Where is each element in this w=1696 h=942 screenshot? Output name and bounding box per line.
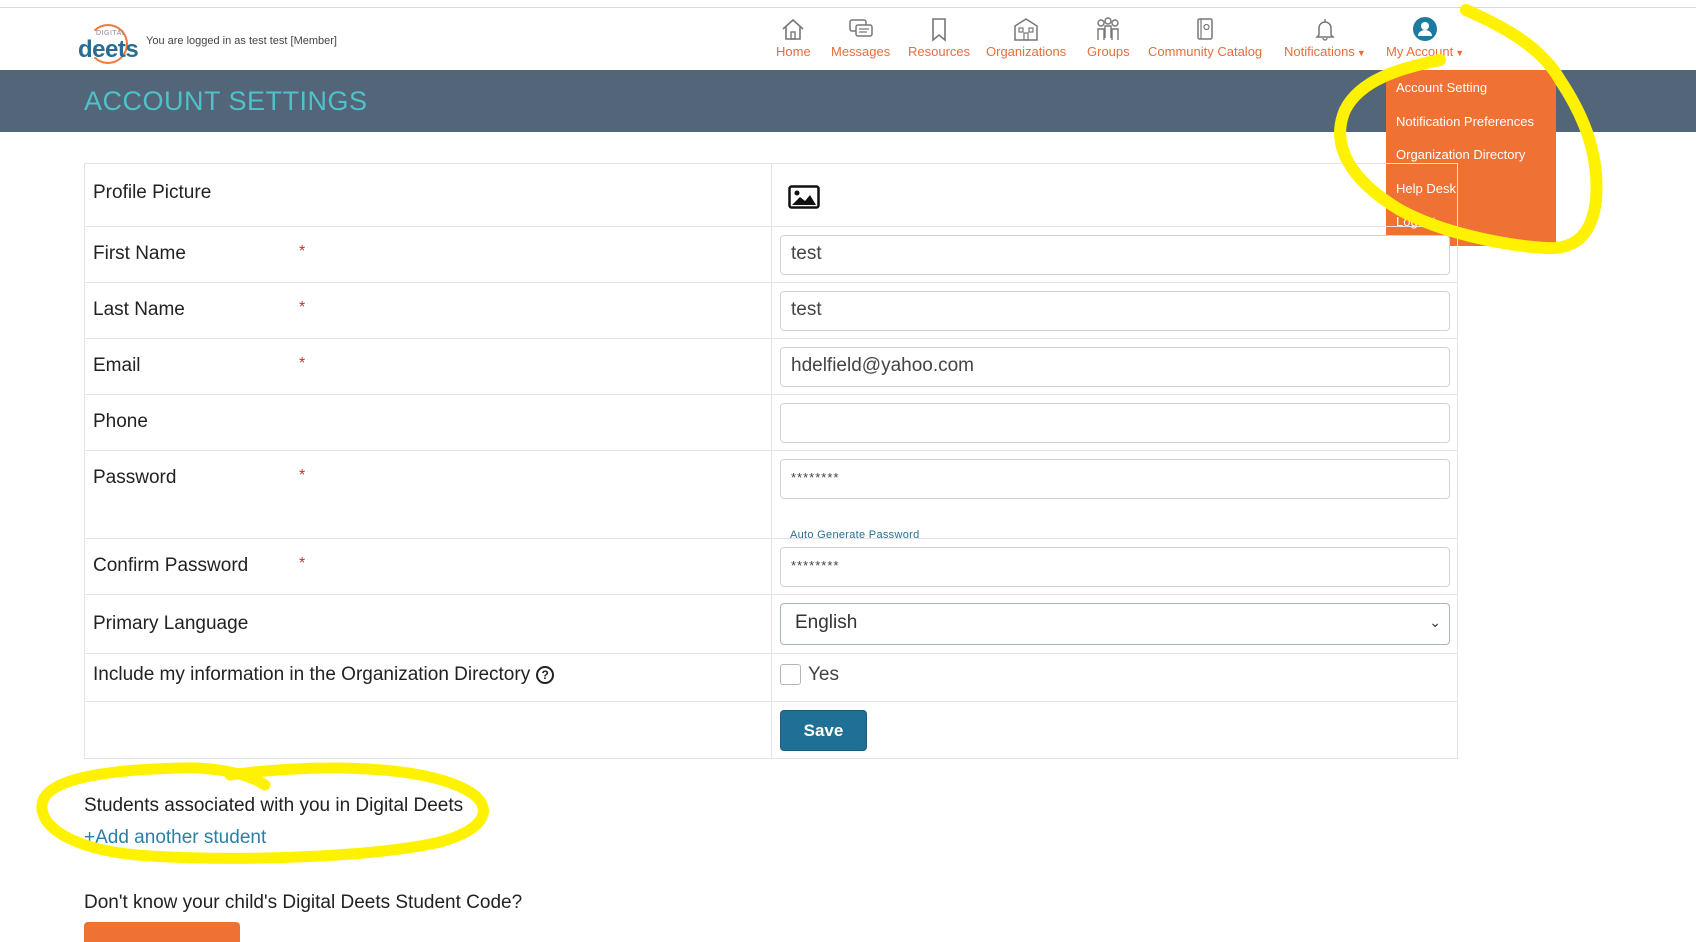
find-student-code-button[interactable] <box>84 922 240 942</box>
row-first-name: First Name * test <box>84 226 1458 283</box>
row-last-name: Last Name * test <box>84 282 1458 339</box>
row-confirm-password: Confirm Password * ******** <box>84 538 1458 595</box>
required-asterisk: * <box>299 555 306 572</box>
label-cell: Profile Picture <box>84 163 772 227</box>
required-asterisk: * <box>299 355 306 372</box>
save-button[interactable]: Save <box>780 710 867 751</box>
nav-messages-label: Messages <box>831 44 891 59</box>
nav-notifications-label: Notifications <box>1284 44 1355 59</box>
image-upload-icon[interactable] <box>788 185 820 209</box>
row-password: Password * ******** Auto Generate Passwo… <box>84 450 1458 541</box>
confirm-password-input[interactable]: ******** <box>780 547 1450 587</box>
digital-deets-logo[interactable]: DIGITAL deets <box>78 22 139 68</box>
value-cell: Save <box>771 701 1458 759</box>
nav-community-catalog-label: Community Catalog <box>1148 44 1263 59</box>
required-asterisk: * <box>299 299 306 316</box>
row-profile-picture: Profile Picture <box>84 163 1458 227</box>
value-cell: ******** <box>771 538 1458 595</box>
first-name-label: First Name <box>93 243 186 264</box>
last-name-label: Last Name <box>93 299 185 320</box>
label-cell: Last Name * <box>84 282 772 339</box>
profile-picture-label: Profile Picture <box>93 182 212 203</box>
password-label: Password <box>93 467 177 488</box>
top-border <box>0 0 1696 8</box>
row-save: Save <box>84 701 1458 759</box>
account-settings-form: Profile Picture First Name * test Last N… <box>84 163 1458 759</box>
label-cell: Include my information in the Organizati… <box>84 653 772 702</box>
value-cell: test <box>771 282 1458 339</box>
group-icon <box>1097 17 1120 40</box>
primary-language-label: Primary Language <box>93 613 249 634</box>
value-cell <box>771 163 1458 227</box>
label-cell: First Name * <box>84 226 772 283</box>
confirm-password-label: Confirm Password <box>93 555 249 576</box>
value-cell: ******** Auto Generate Password <box>771 450 1458 541</box>
nav-community-catalog[interactable]: Community Catalog <box>1148 16 1262 59</box>
nav-resources[interactable]: Resources <box>908 16 970 59</box>
nav-resources-label: Resources <box>908 44 971 59</box>
bell-icon <box>1315 19 1335 41</box>
page-title: ACCOUNT SETTINGS <box>84 86 368 116</box>
messages-icon <box>848 19 873 37</box>
value-cell <box>771 394 1458 451</box>
phone-label: Phone <box>93 411 148 432</box>
my-account-caret-icon: ▼ <box>1455 48 1465 58</box>
required-asterisk: * <box>299 243 306 260</box>
row-primary-language: Primary Language English ⌄ <box>84 594 1458 654</box>
login-status: You are logged in as test test [Member] <box>146 35 337 47</box>
logo-word: deets <box>78 36 139 63</box>
nav-groups[interactable]: Groups <box>1087 16 1130 59</box>
nav-my-account[interactable]: My Account ▼ <box>1386 16 1464 59</box>
nav-my-account-label: My Account <box>1386 44 1454 59</box>
nav-groups-label: Groups <box>1087 44 1130 59</box>
nav-messages[interactable]: Messages <box>831 16 890 59</box>
value-cell: test <box>771 226 1458 283</box>
add-student-link[interactable]: +Add another student <box>84 827 266 849</box>
email-label: Email <box>93 355 141 376</box>
label-cell: Password * <box>84 450 772 539</box>
menu-organization-directory[interactable]: Organization Directory <box>1396 147 1525 162</box>
user-icon <box>1413 17 1438 41</box>
label-cell: Phone <box>84 394 772 451</box>
value-cell: English ⌄ <box>771 594 1458 654</box>
password-input[interactable]: ******** <box>780 459 1450 499</box>
students-section-title: Students associated with you in Digital … <box>84 795 464 816</box>
building-icon <box>1014 18 1038 41</box>
menu-notification-preferences[interactable]: Notification Preferences <box>1396 114 1534 129</box>
catalog-icon <box>1197 18 1213 40</box>
home-icon <box>782 18 804 40</box>
nav-home-label: Home <box>776 44 811 59</box>
help-icon[interactable]: ? <box>536 666 555 684</box>
directory-label: Include my information in the Organizati… <box>93 664 531 685</box>
label-cell: Email * <box>84 338 772 395</box>
primary-language-value: English <box>795 612 858 633</box>
label-cell: Confirm Password * <box>84 538 772 595</box>
value-cell: hdelfield@yahoo.com <box>771 338 1458 395</box>
nav-home[interactable]: Home <box>776 16 811 59</box>
last-name-input[interactable]: test <box>780 291 1450 331</box>
row-email: Email * hdelfield@yahoo.com <box>84 338 1458 395</box>
nav-notifications[interactable]: Notifications ▼ <box>1284 16 1366 59</box>
row-directory: Include my information in the Organizati… <box>84 653 1458 702</box>
nav-organizations[interactable]: Organizations <box>986 16 1066 59</box>
directory-checkbox[interactable] <box>780 664 801 685</box>
required-asterisk: * <box>299 467 306 484</box>
nav-organizations-label: Organizations <box>986 44 1067 59</box>
label-cell: Primary Language <box>84 594 772 654</box>
notifications-caret-icon: ▼ <box>1356 48 1366 58</box>
phone-input[interactable] <box>780 403 1450 443</box>
bookmark-icon <box>932 18 946 42</box>
student-code-question: Don't know your child's Digital Deets St… <box>84 892 523 913</box>
email-input[interactable]: hdelfield@yahoo.com <box>780 347 1450 387</box>
row-phone: Phone <box>84 394 1458 451</box>
menu-account-setting[interactable]: Account Setting <box>1396 80 1487 95</box>
first-name-input[interactable]: test <box>780 235 1450 275</box>
value-cell: Yes <box>771 653 1458 702</box>
primary-language-select[interactable]: English ⌄ <box>780 603 1450 645</box>
chevron-down-icon: ⌄ <box>1429 614 1441 630</box>
directory-checkbox-label: Yes <box>808 664 839 685</box>
label-cell <box>84 701 772 759</box>
